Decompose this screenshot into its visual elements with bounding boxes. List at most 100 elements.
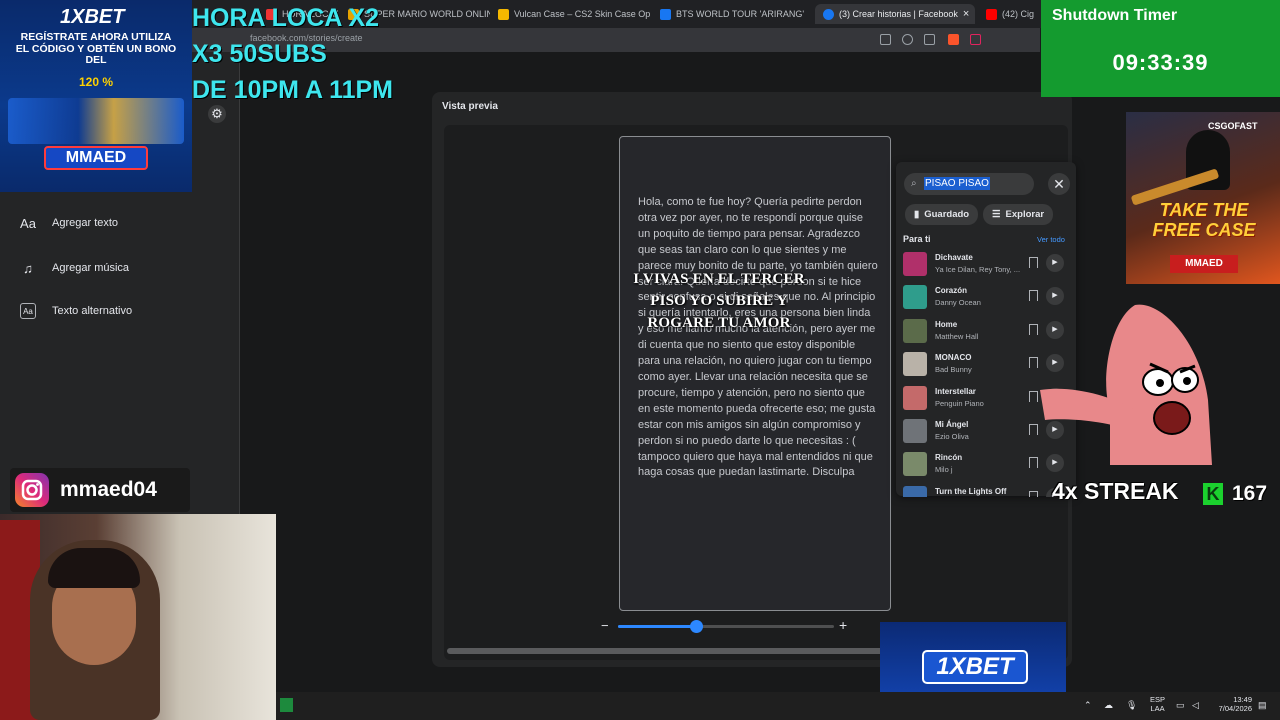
text-icon: Aa [20,215,36,231]
song-row[interactable]: Turn the Lights Off ▶ [903,484,1071,497]
search-icon: ⌕ [911,178,917,189]
list-icon: ☰ [992,209,1001,220]
song-title: Dichavate [935,253,973,262]
album-art-image [903,385,927,410]
close-tab-icon[interactable]: × [963,8,969,20]
notification-icon[interactable]: ▤ [1258,700,1268,710]
password-icon[interactable] [902,34,913,45]
ad-headline: TAKE THE FREE CASE [1152,200,1256,240]
timer-title: Shutdown Timer [1052,7,1178,24]
zoom-slider-fill [618,625,696,628]
bookmark-icon[interactable] [1029,323,1038,335]
album-art-image [903,318,927,343]
tab-favicon-icon [498,8,509,20]
story-screenshot-text: Hola, como te fue hoy? Quería pedirte pe… [638,196,878,479]
ad-brand-logo: 1XBET [922,650,1028,684]
cloud-icon[interactable]: ☁ [1104,700,1114,710]
ad-promo-code: MMAED [1170,255,1238,273]
ad-brand-logo: 1XBET [60,6,125,28]
ad-text: REGÍSTRATE AHORA UTILIZA EL CÓDIGO Y OBT… [15,31,177,66]
browser-tab[interactable]: BTS WORLD TOUR 'ARIRANG' [652,4,812,24]
network-icon[interactable]: ▭ [1176,700,1186,710]
story-overlay-text[interactable]: I VIVAS EN EL TERCER PISO YO SUBIRE Y RO… [619,268,819,334]
song-row[interactable]: Dichavate Ya Ice Dilan, Rey Tony, ... ▶ [903,250,1071,278]
see-all-link[interactable]: Ver todo [1037,235,1065,244]
ad-phones-image [8,98,184,144]
stream-promo-text: HORA LOCA X2 X3 50SUBS DE 10PM A 11PM [192,4,394,104]
album-art-image [903,252,927,276]
volume-icon[interactable]: ◁ [1192,700,1202,710]
zoom-in-button[interactable]: + [839,617,847,633]
patrick-meme-image [1040,304,1212,465]
chevron-up-icon[interactable]: ⌃ [1084,700,1094,710]
streak-counter-text: 4x STREAK [1052,478,1179,504]
zoom-out-button[interactable]: − [601,618,609,633]
instagram-icon [15,473,49,507]
alt-text-icon: Aa [20,303,36,319]
instagram-handle: mmaed04 [60,478,157,501]
song-artist: Matthew Hall [935,331,979,341]
song-title: Rincón [935,453,963,463]
song-title: Turn the Lights Off [935,486,1007,496]
bookmark-icon[interactable] [1029,457,1038,469]
horizontal-scrollbar[interactable] [447,648,887,654]
browser-tab[interactable]: (42) Cig [978,4,1040,24]
sidebar-item-label: Agregar música [52,262,130,274]
song-artist: Ezio Oliva [935,432,969,441]
album-art-image [903,485,927,497]
zoom-slider-handle[interactable] [689,620,703,633]
brave-shield-icon[interactable] [948,34,959,45]
song-title: MONACO [935,353,972,363]
timer-value: 09:33:39 [1112,50,1209,75]
music-search-value[interactable]: PISAO PISAO [924,177,990,190]
excel-icon[interactable] [280,698,293,712]
ad-brand-logo: CSGOFAST [1208,121,1258,131]
ad-bonus: 120 % [78,75,114,89]
music-icon: ♫ [23,260,33,276]
bookmark-icon[interactable] [1029,290,1038,302]
preview-title: Vista previa [442,101,498,112]
sidebar-item-add-music[interactable]: ♫ Agregar música [18,258,129,278]
youtube-icon [986,8,997,20]
microphone-icon[interactable]: 🎙 [1126,700,1137,710]
share-icon[interactable] [924,34,935,45]
song-artist: Milo j [935,465,953,475]
song-title: Home [935,319,958,329]
streak-count: 167 [1232,482,1268,505]
bookmark-icon[interactable] [1029,390,1038,402]
saved-tab-button[interactable]: ▮ Guardado [905,204,979,225]
section-title: Para ti [903,234,931,244]
facebook-icon [823,8,834,20]
sidebar-item-label: Texto alternativo [52,305,133,317]
sidebar-item-alt-text[interactable]: Aa Texto alternativo [18,303,132,319]
bookmark-icon[interactable] [1029,424,1038,435]
explore-tab-button[interactable]: ☰ Explorar [983,204,1054,225]
cast-icon[interactable] [880,34,891,45]
album-art-image [903,452,927,477]
clock[interactable]: 13:49 7/04/2026 [1212,695,1252,713]
album-art-image [903,419,927,443]
album-art-image [903,285,927,310]
song-artist: Bad Bunny [935,365,972,375]
song-title: Interstellar [935,386,976,396]
browser-tab[interactable]: Vulcan Case – CS2 Skin Case Openin [490,4,650,24]
song-title: Corazón [935,286,967,296]
tab-favicon-icon [660,8,671,20]
language-indicator[interactable]: ESP LAA [1150,695,1165,713]
browser-tab-active[interactable]: (3) Crear historias | Facebook × [815,4,975,24]
bookmark-icon: ▮ [914,209,920,220]
play-icon[interactable]: ▶ [1046,254,1064,272]
song-artist: Penguin Piano [935,398,984,408]
rewards-icon[interactable] [970,34,981,45]
ad-promo-code: MMAED [44,146,148,170]
sidebar-item-add-text[interactable]: Aa Agregar texto [18,213,118,233]
bookmark-icon[interactable] [1029,357,1038,369]
bookmark-icon[interactable] [1029,490,1038,497]
album-art-image [903,352,927,377]
close-icon[interactable]: ✕ [1048,173,1070,195]
webcam-hair [48,548,140,588]
bookmark-icon[interactable] [1029,257,1038,268]
song-artist: Ya Ice Dilan, Rey Tony, ... [935,265,1021,274]
song-artist: Danny Ocean [935,298,981,308]
sidebar-item-label: Agregar texto [52,217,119,229]
